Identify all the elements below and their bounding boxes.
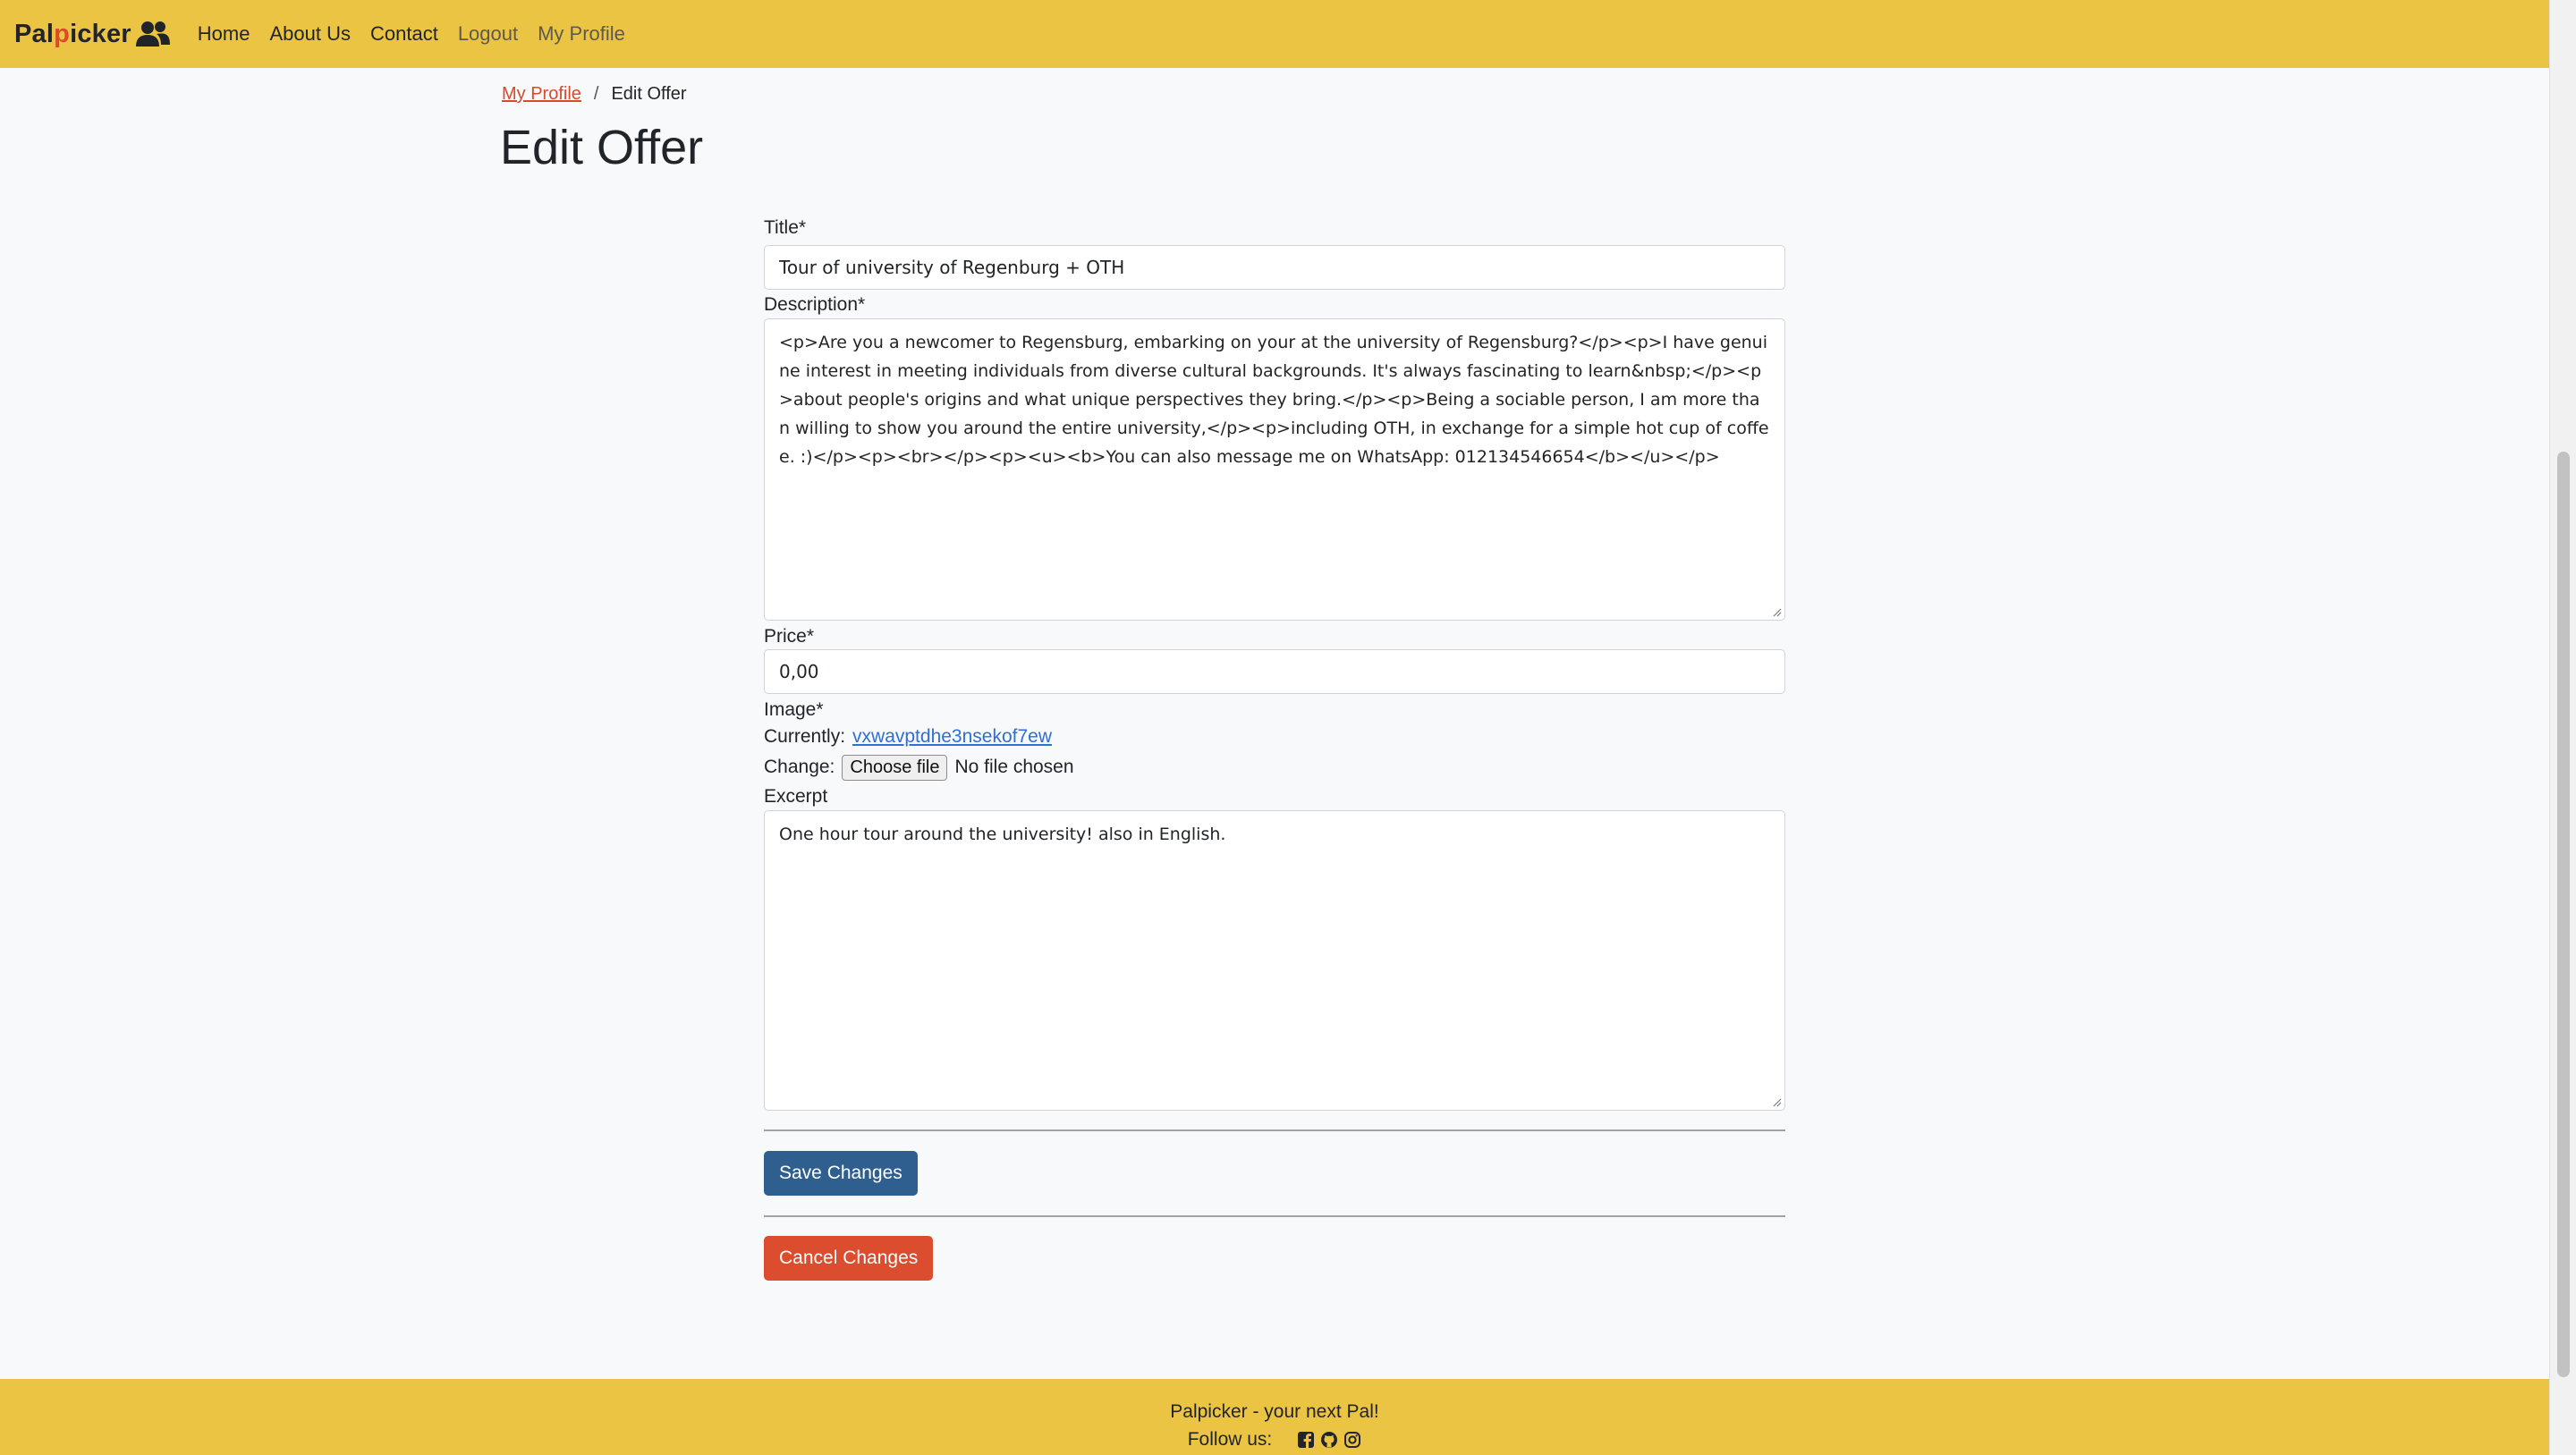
breadcrumb: My Profile / Edit Offer: [502, 84, 687, 105]
follow-us-label: Follow us:: [1187, 1429, 1273, 1450]
change-image-row: Change: Choose file No file chosen: [764, 751, 1785, 783]
image-label: Image*: [764, 699, 824, 720]
resize-grip-icon[interactable]: [1771, 1096, 1782, 1107]
brand-text-p: p: [54, 19, 71, 48]
excerpt-text: One hour tour around the university! als…: [779, 825, 1226, 844]
current-image-row: Currently: vxwavptdhe3nsekof7ew: [764, 723, 1785, 751]
brand-text-pal: Pal: [14, 19, 55, 48]
currently-label: Currently:: [764, 726, 846, 747]
github-icon[interactable]: [1320, 1431, 1338, 1449]
description-textarea[interactable]: <p>Are you a newcomer to Regensburg, emb…: [764, 318, 1785, 621]
change-label: Change:: [764, 757, 835, 777]
page-title: Edit Offer: [500, 121, 704, 174]
nav-contact[interactable]: Contact: [370, 22, 438, 46]
nav-logout[interactable]: Logout: [458, 22, 518, 46]
social-icons: [1297, 1431, 1361, 1449]
description-label: Description*: [764, 294, 866, 315]
scrollbar[interactable]: [2549, 0, 2576, 1455]
instagram-icon[interactable]: [1343, 1431, 1361, 1449]
facebook-icon[interactable]: [1297, 1431, 1315, 1449]
follow-us: Follow us:: [0, 1429, 2549, 1451]
divider: [764, 1215, 1785, 1217]
footer-tagline: Palpicker - your next Pal!: [1170, 1401, 1379, 1422]
no-file-text: No file chosen: [954, 757, 1074, 777]
excerpt-textarea[interactable]: One hour tour around the university! als…: [764, 810, 1785, 1111]
title-input[interactable]: Tour of university of Regenburg + OTH: [764, 245, 1785, 290]
nav-about-us[interactable]: About Us: [269, 22, 351, 46]
price-label: Price*: [764, 626, 815, 647]
description-text: <p>Are you a newcomer to Regensburg, emb…: [779, 333, 1769, 467]
breadcrumb-current: Edit Offer: [611, 84, 687, 104]
users-icon: [135, 21, 170, 47]
save-changes-button[interactable]: Save Changes: [764, 1151, 918, 1196]
edit-offer-form: Title* Tour of university of Regenburg +…: [764, 215, 1785, 1281]
footer: Palpicker - your next Pal! Follow us:: [0, 1379, 2549, 1455]
brand-logo[interactable]: Pal p icker: [14, 20, 171, 49]
excerpt-label: Excerpt: [764, 786, 828, 807]
nav-my-profile[interactable]: My Profile: [538, 22, 625, 46]
scrollbar-thumb[interactable]: [2557, 452, 2570, 1377]
brand-text-icker: icker: [70, 19, 131, 48]
price-input[interactable]: 0,00: [764, 649, 1785, 694]
navbar: Pal p icker Home About Us Contact Logout M…: [0, 0, 2549, 68]
resize-grip-icon[interactable]: [1771, 606, 1782, 617]
breadcrumb-my-profile[interactable]: My Profile: [502, 84, 581, 105]
current-image-link[interactable]: vxwavptdhe3nsekof7ew: [852, 726, 1052, 748]
divider: [764, 1129, 1785, 1131]
breadcrumb-separator: /: [593, 84, 599, 104]
choose-file-button[interactable]: Choose file: [842, 754, 948, 781]
cancel-changes-button[interactable]: Cancel Changes: [764, 1236, 934, 1281]
nav-home[interactable]: Home: [198, 22, 250, 46]
title-label: Title*: [764, 217, 807, 238]
